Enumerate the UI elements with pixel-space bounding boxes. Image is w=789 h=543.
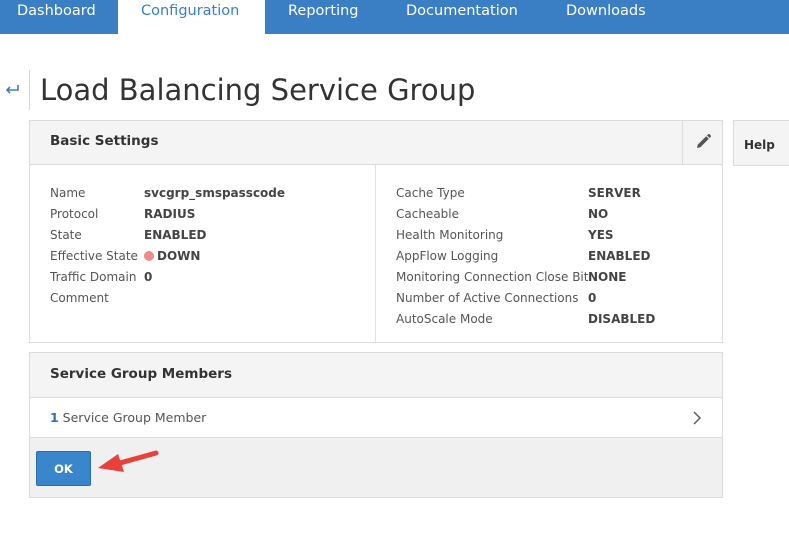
setting-label: Cacheable bbox=[396, 207, 460, 221]
tab-reporting[interactable]: Reporting bbox=[288, 0, 359, 34]
setting-label: Number of Active Connections bbox=[396, 291, 579, 305]
setting-value: ENABLED bbox=[144, 228, 207, 242]
status-text: DOWN bbox=[157, 249, 201, 263]
members-count-label: Service Group Member bbox=[58, 410, 207, 425]
setting-label: Traffic Domain bbox=[50, 270, 137, 284]
setting-value: ENABLED bbox=[588, 249, 651, 263]
setting-value: DISABLED bbox=[588, 312, 656, 326]
chevron-right-icon bbox=[693, 411, 701, 425]
setting-label: AutoScale Mode bbox=[396, 312, 493, 326]
members-count-number: 1 bbox=[50, 410, 59, 425]
status-down-icon bbox=[144, 251, 154, 261]
help-panel[interactable]: Help bbox=[733, 120, 789, 166]
basic-settings-header: Basic Settings bbox=[30, 121, 722, 165]
tab-downloads[interactable]: Downloads bbox=[566, 0, 646, 34]
ok-button[interactable]: OK bbox=[36, 451, 91, 486]
setting-label: Protocol bbox=[50, 207, 99, 221]
setting-value: 0 bbox=[144, 270, 153, 284]
back-arrow-icon[interactable] bbox=[4, 80, 20, 96]
setting-label: Comment bbox=[50, 291, 109, 305]
setting-label: AppFlow Logging bbox=[396, 249, 499, 263]
members-title: Service Group Members bbox=[50, 366, 232, 382]
service-group-member-link[interactable]: 1 Service Group Member bbox=[30, 398, 722, 438]
setting-value: RADIUS bbox=[144, 207, 196, 221]
setting-label: Health Monitoring bbox=[396, 228, 504, 242]
members-count: 1 Service Group Member bbox=[50, 410, 206, 425]
page-title: Load Balancing Service Group bbox=[40, 73, 476, 107]
setting-label: Cache Type bbox=[396, 186, 465, 200]
tab-configuration[interactable]: Configuration bbox=[118, 0, 265, 34]
red-arrow-icon bbox=[98, 450, 159, 472]
effective-state-value: DOWN bbox=[144, 248, 200, 264]
setting-label: Monitoring Connection Close Bit bbox=[396, 270, 589, 284]
column-divider bbox=[375, 165, 376, 343]
setting-label: Effective State bbox=[50, 249, 138, 263]
pencil-icon bbox=[697, 133, 712, 148]
help-label: Help bbox=[744, 138, 775, 152]
members-header: Service Group Members bbox=[30, 353, 722, 398]
basic-settings-panel: Basic Settings Name svcgrp_smspasscode P… bbox=[29, 120, 723, 343]
tab-documentation[interactable]: Documentation bbox=[406, 0, 518, 34]
setting-value: 0 bbox=[588, 291, 597, 305]
tab-dashboard[interactable]: Dashboard bbox=[0, 0, 118, 34]
title-divider bbox=[29, 70, 30, 110]
setting-label: State bbox=[50, 228, 82, 242]
setting-value: NONE bbox=[588, 270, 627, 284]
edit-button[interactable] bbox=[682, 121, 722, 164]
top-navigation: Dashboard Configuration Reporting Docume… bbox=[0, 0, 789, 34]
basic-settings-title: Basic Settings bbox=[50, 133, 159, 149]
setting-label: Name bbox=[50, 186, 86, 200]
setting-value: svcgrp_smspasscode bbox=[144, 186, 286, 200]
setting-value: NO bbox=[588, 207, 609, 221]
setting-value: SERVER bbox=[588, 186, 641, 200]
setting-value: YES bbox=[588, 228, 614, 242]
